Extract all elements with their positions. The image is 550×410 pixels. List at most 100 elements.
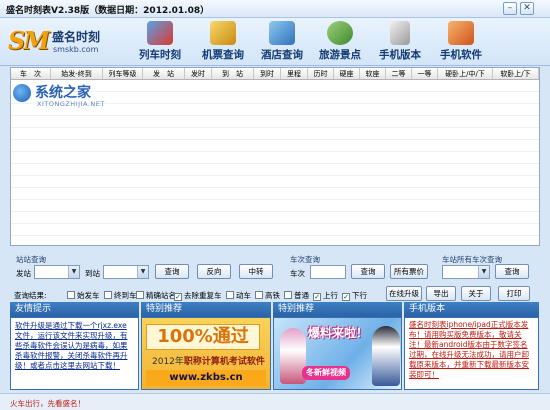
export-button[interactable]: 导出 xyxy=(426,286,456,301)
column-header[interactable]: 软座 xyxy=(360,68,386,79)
checkbox-label: 动车 xyxy=(236,291,251,300)
chevron-down-icon[interactable]: ▼ xyxy=(68,266,79,278)
to-station-select[interactable]: ▼ xyxy=(103,265,149,279)
checkbox-exact-station[interactable]: 精确站名 xyxy=(136,290,176,300)
result-filter-label: 查询结果: xyxy=(14,291,47,300)
column-header[interactable]: 发 站 xyxy=(143,68,185,79)
checkbox-box[interactable] xyxy=(136,291,144,299)
watermark-domain: XITONGZHIJIA.NET xyxy=(37,100,105,108)
column-header[interactable]: 到时 xyxy=(254,68,281,79)
checkbox-label: 高铁 xyxy=(265,291,280,300)
column-header[interactable]: 列车等级 xyxy=(103,68,143,79)
watermark-logo-icon xyxy=(13,84,31,102)
column-header[interactable]: 发时 xyxy=(185,68,212,79)
ad-subtitle: 2012年职称计算机考试软件 xyxy=(152,354,265,367)
nav-mobile-software[interactable]: 手机软件 xyxy=(430,18,492,66)
checkbox-box[interactable]: ✓ xyxy=(313,293,321,301)
print-button[interactable]: 打印 xyxy=(498,286,530,301)
nav-hotel[interactable]: 酒店查询 xyxy=(254,18,310,66)
exam-software-ad[interactable]: 100%通过 2012年职称计算机考试软件 www.zkbs.cn xyxy=(141,317,271,390)
checkbox-remove-duplicates[interactable]: ✓ 去除重复车 xyxy=(174,290,222,301)
column-header[interactable]: 一等 xyxy=(412,68,438,79)
column-header[interactable]: 硬卧上/中/下 xyxy=(438,68,493,79)
chevron-down-icon[interactable]: ▼ xyxy=(137,266,148,278)
mobile-panel: 盛名时刻表iphone/ipad正式版本发布！请用购买版免费版本，敬请关注！最新… xyxy=(404,317,539,390)
nav-train-timetable[interactable]: 列车时刻 xyxy=(128,18,192,66)
column-header[interactable]: 始发-终到 xyxy=(51,68,103,79)
globe-icon xyxy=(327,21,353,45)
checkbox-up-direction[interactable]: ✓ 上行 xyxy=(313,290,338,301)
tips-panel-title: 友情提示 xyxy=(10,302,139,317)
nav-flight-ticket[interactable]: 机票查询 xyxy=(192,18,254,66)
train-icon xyxy=(147,21,173,45)
checkbox-label: 下行 xyxy=(352,291,367,300)
train-query-button[interactable]: 查询 xyxy=(351,264,385,279)
watermark-name: 系统之家 xyxy=(35,85,91,101)
about-button[interactable]: 关于 xyxy=(461,286,491,301)
checkbox-label: 精确站名 xyxy=(146,291,176,300)
column-header[interactable]: 车 次 xyxy=(11,68,51,79)
station-trains-query-button[interactable]: 查询 xyxy=(495,264,529,279)
checkbox-high-speed[interactable]: 高铁 xyxy=(255,290,280,300)
title-bar: 盛名时刻表V2.38版（数据日期：2012.01.08） – ✕ xyxy=(0,0,550,18)
online-update-button[interactable]: 在线升级 xyxy=(386,286,422,301)
checkbox-box[interactable] xyxy=(284,291,292,299)
nav-label: 手机版本 xyxy=(379,49,421,61)
column-header[interactable]: 二等 xyxy=(386,68,412,79)
train-number-label: 车次 xyxy=(290,269,305,278)
column-header[interactable]: 软卧上/下 xyxy=(493,68,539,79)
checkbox-terminal-trains[interactable]: 终到车 xyxy=(104,290,137,300)
checkbox-origin-trains[interactable]: 始发车 xyxy=(67,290,100,300)
upgrade-tip-link[interactable]: 软件升级是通过下载一个rjxz.exe文件，运行该文件来实现升级，有些杀毒软件会… xyxy=(11,318,138,374)
ad-year: 2012年 xyxy=(152,357,184,367)
ad-headline: 100%通过 xyxy=(146,324,260,350)
checkbox-down-direction[interactable]: ✓ 下行 xyxy=(342,290,367,301)
checkbox-box[interactable]: ✓ xyxy=(342,293,350,301)
software-icon xyxy=(448,21,474,45)
checkbox-box[interactable] xyxy=(255,291,263,299)
mobile-news-link[interactable]: 盛名时刻表iphone/ipad正式版本发布！请用购买版免费版本，敬请关注！最新… xyxy=(405,318,538,380)
checkbox-box[interactable] xyxy=(67,291,75,299)
column-header[interactable]: 硬座 xyxy=(334,68,360,79)
transfer-button[interactable]: 中转 xyxy=(239,264,273,279)
phone-icon xyxy=(390,21,410,45)
train-number-input[interactable] xyxy=(310,265,346,279)
nav-label: 机票查询 xyxy=(202,49,244,61)
checkbox-bullet-train[interactable]: 动车 xyxy=(226,290,251,300)
nav-label: 酒店查询 xyxy=(261,49,303,61)
chevron-down-icon[interactable]: ▼ xyxy=(478,266,489,278)
checkbox-label: 上行 xyxy=(323,291,338,300)
column-header[interactable]: 里程 xyxy=(281,68,308,79)
nav-label: 手机软件 xyxy=(440,49,482,61)
nav-scenic-spots[interactable]: 旅游景点 xyxy=(310,18,370,66)
minimize-button[interactable]: – xyxy=(503,2,517,15)
checkbox-box[interactable] xyxy=(104,291,112,299)
all-fares-button[interactable]: 所有票价 xyxy=(390,264,428,279)
results-table[interactable]: 车 次 始发-终到 列车等级 发 站 发时 到 站 到时 里程 历时 硬座 软座… xyxy=(10,67,540,246)
close-button[interactable]: ✕ xyxy=(520,2,534,15)
nav-mobile-version[interactable]: 手机版本 xyxy=(370,18,430,66)
station-trains-title: 车站所有车次查询 xyxy=(442,255,502,264)
column-header[interactable]: 历时 xyxy=(308,68,334,79)
checkbox-box[interactable]: ✓ xyxy=(174,293,182,301)
promo-banner-ad[interactable]: 爆料来啦！ 冬新鲜视频 xyxy=(273,317,402,390)
checkbox-label: 普通 xyxy=(294,291,309,300)
ad-title: 职称计算机考试软件 xyxy=(183,357,265,367)
reverse-button[interactable]: 反向 xyxy=(197,264,231,279)
logo-domain: smskb.com xyxy=(53,45,99,54)
nav-label: 列车时刻 xyxy=(139,49,181,61)
checkbox-box[interactable] xyxy=(226,291,234,299)
table-header: 车 次 始发-终到 列车等级 发 站 发时 到 站 到时 里程 历时 硬座 软座… xyxy=(11,68,539,80)
from-station-select[interactable]: ▼ xyxy=(34,265,80,279)
checkbox-regular[interactable]: 普通 xyxy=(284,290,309,300)
hotel-icon xyxy=(269,21,295,45)
station-query-button[interactable]: 查询 xyxy=(155,264,189,279)
station-select[interactable]: ▼ xyxy=(442,265,490,279)
ad-tagline: 冬新鲜视频 xyxy=(302,366,350,380)
character-illustration xyxy=(372,326,400,386)
logo-mark: SM xyxy=(8,26,50,55)
status-bar: 火车出行，先看盛名！ xyxy=(0,393,550,410)
checkbox-label: 终到车 xyxy=(114,291,137,300)
column-header[interactable]: 到 站 xyxy=(212,68,254,79)
special-panel-title-1: 特别推荐 xyxy=(141,302,271,317)
